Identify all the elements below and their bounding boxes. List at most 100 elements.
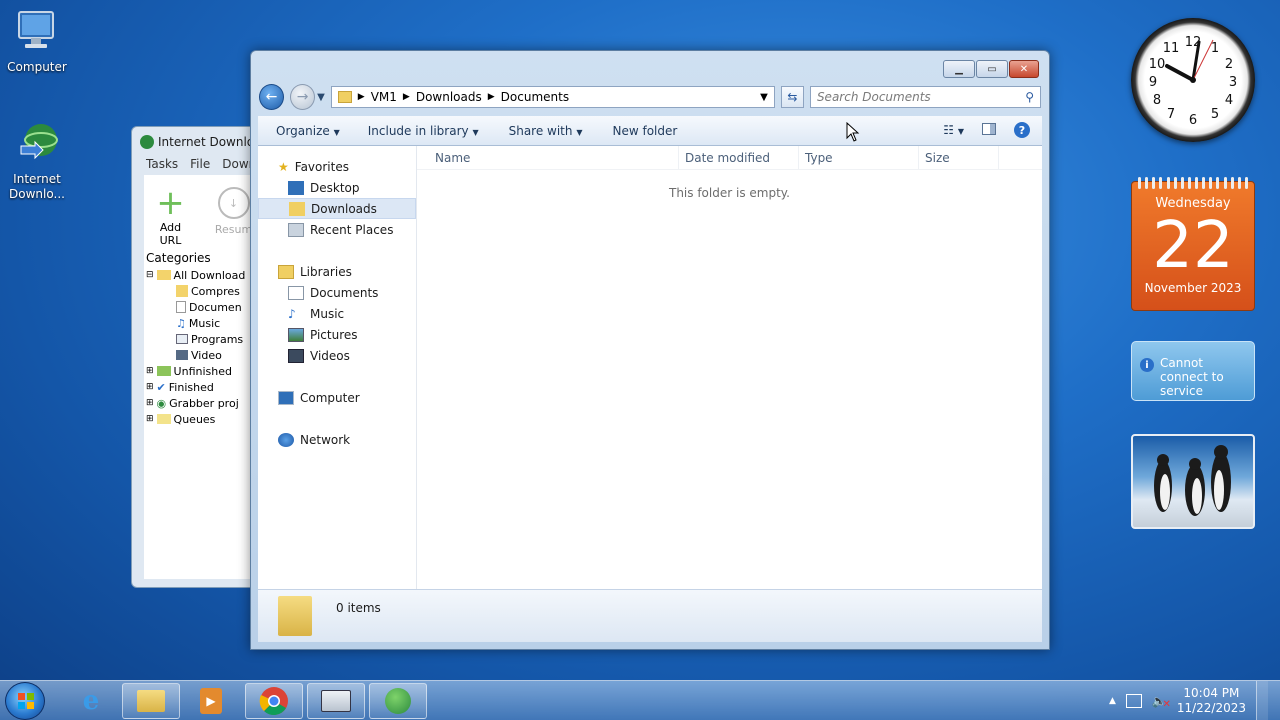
column-type[interactable]: Type (799, 146, 919, 169)
idm-category-tree: Categories ⊟ All Download Compres Documen… (146, 249, 260, 579)
idm-window[interactable]: Internet Downlo Tasks File Downl + Add U… (131, 126, 261, 588)
taskbar: e ▶ ▲ 🔈 ✕ 10:04 PM 11/22/2023 (0, 680, 1280, 720)
address-dropdown-icon[interactable]: ▼ (760, 92, 768, 103)
close-button[interactable]: ✕ (1009, 60, 1039, 78)
program-icon (176, 334, 188, 344)
clock-gadget[interactable]: 12 1 2 345 678 9 10 11 (1131, 18, 1255, 142)
breadcrumb-separator-icon[interactable]: ▶ (358, 92, 365, 102)
idm-menu-file[interactable]: File (190, 157, 210, 175)
tree-item[interactable]: ♫ Music (146, 315, 260, 331)
change-view-button[interactable]: ☷ ▼ (943, 123, 964, 137)
breadcrumb-documents[interactable]: Documents (501, 90, 569, 104)
preview-pane-button[interactable] (982, 122, 996, 138)
nav-desktop[interactable]: Desktop (258, 177, 416, 198)
breadcrumb-vm1[interactable]: VM1 (371, 90, 397, 104)
tree-item[interactable]: ⊞ ◉ Grabber proj (146, 395, 260, 411)
nav-libraries[interactable]: Libraries (258, 261, 416, 282)
zip-folder-icon (176, 285, 188, 297)
resume-button[interactable]: ↓ Resum (213, 185, 254, 245)
back-button[interactable]: ← (259, 84, 285, 110)
taskbar-chrome[interactable] (245, 683, 303, 719)
tree-item[interactable]: Documen (146, 299, 260, 315)
start-button[interactable] (5, 682, 45, 720)
idm-toolbar: + Add URL ↓ Resum (144, 175, 260, 247)
nav-computer[interactable]: Computer (258, 387, 416, 408)
column-name[interactable]: Name (417, 146, 679, 169)
help-button[interactable]: ? (1014, 122, 1030, 138)
taskbar-idm[interactable] (369, 683, 427, 719)
column-date-modified[interactable]: Date modified (679, 146, 799, 169)
documents-icon (288, 285, 304, 300)
unfinished-folder-icon (156, 366, 171, 376)
computer-icon (278, 390, 294, 405)
tree-item[interactable]: Video (146, 347, 260, 363)
tree-item[interactable]: ⊞ Queues (146, 411, 260, 427)
expand-icon: ⊞ (146, 414, 154, 424)
slideshow-gadget[interactable] (1131, 434, 1255, 529)
taskbar-clock[interactable]: 10:04 PM 11/22/2023 (1177, 686, 1246, 716)
weather-message: Cannot connect to service (1160, 356, 1224, 398)
nav-network[interactable]: Network (258, 429, 416, 450)
tree-item[interactable]: Compres (146, 283, 260, 299)
weather-gadget[interactable]: i Cannot connect to service (1131, 341, 1255, 401)
item-count: 0 items (336, 601, 381, 615)
column-size[interactable]: Size (919, 146, 999, 169)
tree-item[interactable]: ⊞ ✔ Finished (146, 379, 260, 395)
refresh-button[interactable]: ⇆ (780, 86, 804, 108)
taskbar-on-screen-keyboard[interactable] (307, 683, 365, 719)
breadcrumb-separator-icon[interactable]: ▶ (488, 92, 495, 102)
show-desktop-button[interactable] (1256, 681, 1268, 720)
desktop-icon-computer[interactable]: Computer (0, 8, 74, 74)
idm-menu-tasks[interactable]: Tasks (146, 157, 178, 175)
file-list[interactable]: Name Date modified Type Size This folder… (417, 146, 1042, 589)
expand-icon: ⊞ (146, 366, 154, 376)
desktop-icon (288, 180, 304, 195)
folder-large-icon (278, 596, 312, 636)
forward-button[interactable]: → (290, 84, 316, 110)
address-bar[interactable]: ▶ VM1 ▶ Downloads ▶ Documents ▼ (330, 86, 775, 108)
tree-item[interactable]: ⊞ Unfinished (146, 363, 260, 379)
nav-videos[interactable]: Videos (258, 345, 416, 366)
libraries-icon (278, 264, 294, 279)
explorer-window[interactable]: ▁ ▭ ✕ ← → ▼ ▶ VM1 ▶ Downloads ▶ Document… (250, 50, 1050, 650)
tree-item[interactable]: ⊟ All Download (146, 267, 260, 283)
organize-button[interactable]: Organize ▼ (276, 124, 340, 138)
share-with-button[interactable]: Share with ▼ (509, 124, 583, 138)
nav-favorites[interactable]: ★ Favorites (258, 156, 416, 177)
minimize-icon: ▁ (955, 63, 963, 75)
network-status-icon[interactable] (1125, 694, 1142, 708)
volume-muted-icon[interactable]: 🔈 ✕ (1152, 694, 1171, 710)
queue-folder-icon (156, 414, 171, 424)
taskbar-windows-explorer[interactable] (122, 683, 180, 719)
desktop-icon-idm[interactable]: Internet Downlo... (0, 120, 74, 202)
recent-pages-chevron-icon[interactable]: ▼ (317, 92, 325, 103)
chevron-down-icon: ▼ (576, 127, 583, 137)
idm-body: + Add URL ↓ Resum Categories ⊟ All Downlo… (144, 175, 260, 579)
minimize-button[interactable]: ▁ (943, 60, 975, 78)
taskbar-media-player[interactable]: ▶ (182, 683, 240, 719)
search-input[interactable]: Search Documents (817, 90, 931, 104)
show-hidden-icons-button[interactable]: ▲ (1109, 696, 1116, 706)
nav-pictures[interactable]: Pictures (258, 324, 416, 345)
breadcrumb-separator-icon[interactable]: ▶ (403, 92, 410, 102)
nav-documents[interactable]: Documents (258, 282, 416, 303)
idm-titlebar[interactable]: Internet Downlo (132, 127, 260, 157)
tree-item[interactable]: Programs (146, 331, 260, 347)
arrow-left-icon: ← (265, 89, 278, 105)
nav-downloads[interactable]: Downloads (258, 198, 416, 219)
categories-label: Categories (146, 251, 211, 265)
taskbar-date: 11/22/2023 (1176, 701, 1246, 715)
maximize-icon: ▭ (987, 63, 997, 75)
add-url-button[interactable]: + Add URL (150, 185, 191, 247)
taskbar-internet-explorer[interactable]: e (62, 683, 120, 719)
maximize-button[interactable]: ▭ (976, 60, 1008, 78)
calendar-gadget[interactable]: Wednesday 22 November 2023 (1131, 177, 1255, 311)
svg-text:2: 2 (1225, 57, 1233, 72)
include-in-library-button[interactable]: Include in library ▼ (368, 124, 479, 138)
calendar-month-year: November 2023 (1144, 281, 1242, 295)
nav-recent-places[interactable]: Recent Places (258, 219, 416, 240)
new-folder-button[interactable]: New folder (612, 124, 677, 138)
breadcrumb-downloads[interactable]: Downloads (416, 90, 482, 104)
search-box[interactable]: Search Documents ⚲ (809, 86, 1041, 108)
nav-music[interactable]: ♪ Music (258, 303, 416, 324)
